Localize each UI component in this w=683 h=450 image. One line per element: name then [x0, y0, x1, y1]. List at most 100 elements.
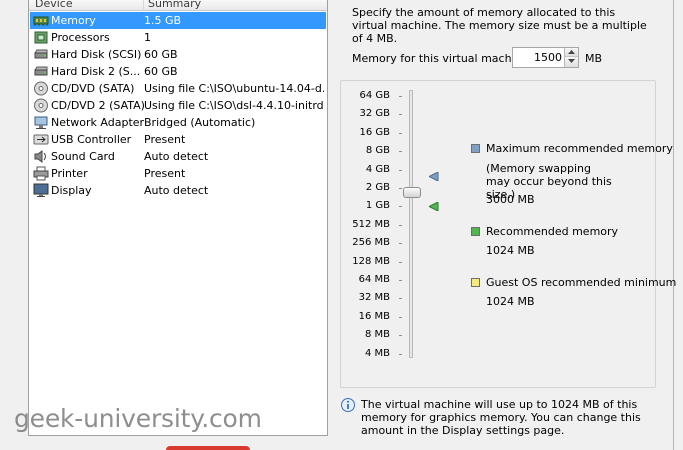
red-accent-bar	[166, 446, 250, 450]
device-label: CD/DVD (SATA)	[51, 82, 135, 95]
slider-tick-label: 8 GB	[365, 145, 390, 157]
memory-label: Memory for this virtual machine:	[352, 52, 532, 65]
slider-tick-label: 512 MB	[352, 218, 390, 230]
device-summary: Auto detect	[144, 184, 209, 197]
device-label: Network Adapter	[51, 116, 145, 129]
graphics-memory-info: The virtual machine will use up to 1024 …	[361, 398, 641, 437]
slider-tick-mark	[399, 114, 402, 115]
device-summary: 60 GB	[144, 65, 178, 78]
device-summary: 1.5 GB	[144, 14, 182, 27]
slider-tick-label: 32 MB	[358, 292, 390, 304]
device-row-hard-disk-2[interactable]: Hard Disk 2 (S... 60 GB	[30, 63, 326, 80]
device-label: CD/DVD 2 (SATA)	[51, 99, 145, 112]
slider-tick-label: 4 GB	[365, 163, 390, 175]
display-icon	[33, 183, 49, 198]
hard-disk-icon	[33, 64, 49, 79]
slider-tick-label: 1 GB	[365, 200, 390, 212]
memory-description: Specify the amount of memory allocated t…	[352, 6, 647, 45]
memory-slider-track[interactable]	[409, 90, 413, 358]
slider-tick-label: 8 MB	[364, 329, 390, 341]
slider-tick-mark	[399, 188, 402, 189]
slider-tick-label: 32 GB	[359, 108, 390, 120]
recommended-value: 1024 MB	[486, 244, 535, 257]
spin-down-button[interactable]	[564, 57, 578, 67]
slider-tick-mark	[399, 335, 402, 336]
device-row-usb-controller[interactable]: USB Controller Present	[30, 131, 326, 148]
device-label: Display	[51, 184, 92, 197]
device-row-hard-disk-scsi[interactable]: Hard Disk (SCSI) 60 GB	[30, 46, 326, 63]
max-recommended-title: Maximum recommended memory	[486, 142, 673, 155]
memory-label-text: Memory for this virtual machine:	[352, 52, 533, 65]
memory-input[interactable]	[513, 48, 565, 67]
device-summary: Present	[144, 133, 186, 146]
arrow-down-icon	[568, 59, 575, 63]
column-header-device[interactable]: Device	[35, 0, 73, 10]
slider-tick-mark	[399, 298, 402, 299]
slider-tick-mark	[399, 354, 402, 355]
hard-disk-icon	[33, 47, 49, 62]
slider-tick-mark	[399, 317, 402, 318]
max-recommended-value: 3000 MB	[486, 193, 535, 206]
slider-tick-mark	[399, 151, 402, 152]
device-summary: 1	[144, 31, 151, 44]
memory-unit: MB	[585, 52, 603, 65]
device-label: Hard Disk (SCSI)	[51, 48, 142, 61]
guest-min-value: 1024 MB	[486, 295, 535, 308]
device-summary: Using file C:\ISO\ubuntu-14.04-d...	[144, 82, 324, 95]
recommended-title: Recommended memory	[486, 225, 619, 238]
arrow-up-icon	[568, 50, 575, 54]
device-summary: 60 GB	[144, 48, 178, 61]
guest-min-swatch	[471, 278, 480, 287]
device-row-cd-dvd-2-sata[interactable]: CD/DVD 2 (SATA) Using file C:\ISO\dsl-4.…	[30, 97, 326, 114]
spin-up-button[interactable]	[564, 48, 578, 57]
slider-tick-mark	[399, 243, 402, 244]
device-label: Hard Disk 2 (S...	[51, 65, 141, 78]
dialog-border	[673, 0, 674, 450]
max-recommended-swatch	[471, 144, 480, 153]
watermark: geek-university.com	[14, 404, 262, 433]
device-label: Sound Card	[51, 150, 115, 163]
device-row-printer[interactable]: Printer Present	[30, 165, 326, 182]
printer-icon	[33, 166, 49, 181]
network-adapter-icon	[33, 115, 49, 130]
cd-dvd-icon	[33, 81, 49, 96]
slider-tick-mark	[399, 280, 402, 281]
recommended-marker-icon	[427, 201, 439, 214]
info-icon	[341, 398, 355, 415]
device-row-display[interactable]: Display Auto detect	[30, 182, 326, 199]
slider-tick-label: 16 GB	[359, 126, 390, 138]
list-header: Device Summary	[29, 0, 327, 11]
device-label: Printer	[51, 167, 88, 180]
device-row-memory[interactable]: Memory 1.5 GB	[30, 12, 326, 29]
recommended-swatch	[471, 227, 480, 236]
memory-slider-thumb[interactable]	[403, 187, 421, 198]
slider-tick-mark	[399, 96, 402, 97]
slider-tick-label: 16 MB	[358, 310, 390, 322]
memory-stepper[interactable]	[512, 47, 579, 68]
slider-tick-mark	[399, 206, 402, 207]
slider-tick-label: 64 GB	[359, 90, 390, 101]
usb-icon	[33, 132, 49, 147]
cd-dvd-icon	[33, 98, 49, 113]
device-summary: Bridged (Automatic)	[144, 116, 256, 129]
slider-tick-label: 2 GB	[365, 182, 390, 193]
device-row-cd-dvd-sata[interactable]: CD/DVD (SATA) Using file C:\ISO\ubuntu-1…	[30, 80, 326, 97]
slider-tick-mark	[399, 133, 402, 134]
sound-card-icon	[33, 149, 49, 164]
slider-tick-label: 64 MB	[358, 274, 390, 285]
device-summary: Using file C:\ISO\dsl-4.4.10-initrd....	[144, 99, 324, 112]
column-header-summary[interactable]: Summary	[143, 0, 201, 11]
slider-tick-label: 256 MB	[352, 237, 390, 249]
slider-tick-label: 4 MB	[364, 347, 390, 359]
device-row-processors[interactable]: Processors 1	[30, 29, 326, 46]
device-row-sound-card[interactable]: Sound Card Auto detect	[30, 148, 326, 165]
slider-tick-mark	[399, 225, 402, 226]
device-list[interactable]: Device Summary Memory 1.5 GB Processors …	[28, 0, 328, 436]
device-summary: Present	[144, 167, 186, 180]
slider-tick-mark	[399, 170, 402, 171]
device-summary: Auto detect	[144, 150, 209, 163]
device-row-network-adapter[interactable]: Network Adapter Bridged (Automatic)	[30, 114, 326, 131]
slider-tick-label: 128 MB	[352, 255, 390, 267]
device-label: Processors	[51, 31, 110, 44]
device-label: Memory	[51, 14, 96, 27]
